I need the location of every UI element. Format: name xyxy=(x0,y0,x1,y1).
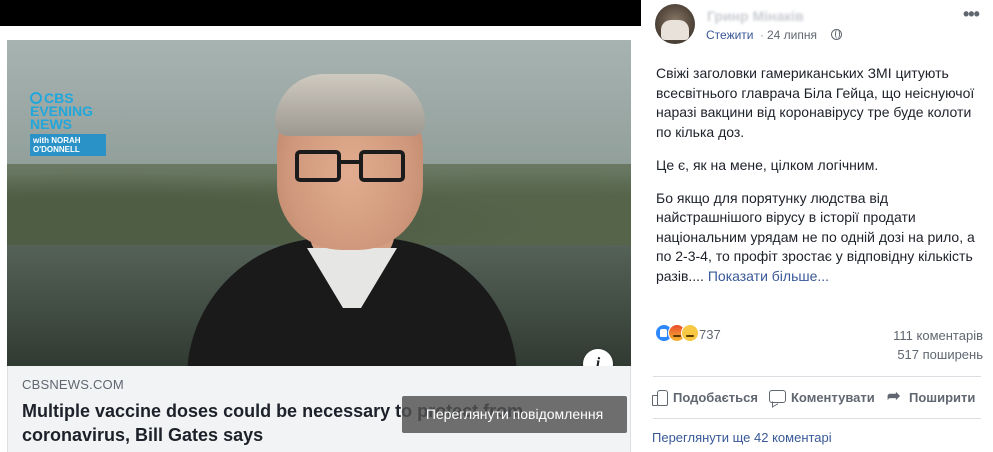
facebook-photo-viewer: CBS EVENING NEWS with NORAH O'DONNELL i … xyxy=(0,0,993,452)
share-icon: ➦ xyxy=(887,388,901,405)
comment-icon xyxy=(769,389,786,405)
comments-count[interactable]: 111 коментарів xyxy=(893,328,983,343)
post-timestamp[interactable]: 24 липня xyxy=(767,28,817,42)
shares-count[interactable]: 517 поширень xyxy=(897,347,983,362)
follow-link[interactable]: Стежити xyxy=(706,28,754,42)
post-paragraph: Свіжі заголовки гамериканських ЗМІ цитую… xyxy=(656,65,975,140)
person-hair xyxy=(275,74,425,136)
more-options-icon[interactable]: ••• xyxy=(963,4,980,25)
top-bar xyxy=(0,0,641,26)
thumbs-up-icon xyxy=(651,389,668,406)
separator: · xyxy=(760,28,764,42)
post-actions: Подобається Коментувати ➦ Поширити xyxy=(649,384,989,410)
post-image[interactable]: CBS EVENING NEWS with NORAH O'DONNELL xyxy=(7,40,631,366)
post-paragraph: Це є, як на мене, цілком логічним. xyxy=(656,156,879,173)
author-name[interactable]: Гринр Мінаків xyxy=(707,8,804,24)
link-domain: CBSNEWS.COM xyxy=(22,377,124,392)
share-button[interactable]: ➦ Поширити xyxy=(887,384,975,410)
divider xyxy=(653,376,981,377)
globe-icon[interactable] xyxy=(831,29,842,40)
post-body: Свіжі заголовки гамериканських ЗМІ цитую… xyxy=(656,64,986,300)
see-more-link[interactable]: Показати більше... xyxy=(704,268,829,284)
media-panel: CBS EVENING NEWS with NORAH O'DONNELL i … xyxy=(0,0,641,452)
reactions-count[interactable]: 737 xyxy=(699,327,721,342)
post-paragraph: Бо якщо для порятунку людства від найстр… xyxy=(656,189,975,284)
avatar[interactable] xyxy=(655,4,695,44)
glasses-icon xyxy=(295,150,407,184)
sad-reaction-icon xyxy=(681,324,699,342)
like-button[interactable]: Подобається xyxy=(651,384,758,410)
cbs-evening-news-logo: CBS EVENING NEWS with NORAH O'DONNELL xyxy=(30,91,120,156)
view-more-comments-link[interactable]: Переглянути ще 42 коментарі xyxy=(652,430,832,445)
post-panel: Гринр Мінаків Стежити · 24 липня ••• Сві… xyxy=(641,0,993,452)
view-post-button[interactable]: Переглянути повідомлення xyxy=(402,396,627,433)
comment-button[interactable]: Коментувати xyxy=(769,384,875,410)
divider xyxy=(653,418,981,419)
